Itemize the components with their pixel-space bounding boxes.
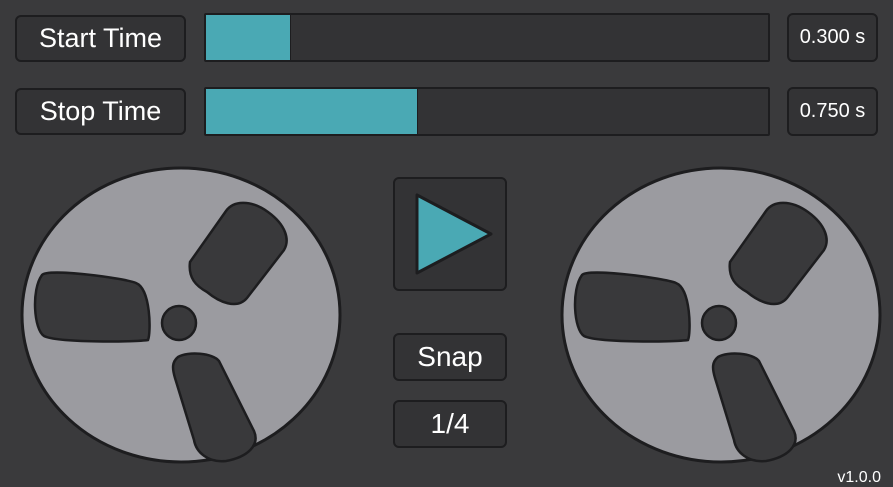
stop-time-slider-fill (206, 89, 418, 134)
start-time-button[interactable]: Start Time (15, 15, 186, 62)
start-time-slider[interactable] (204, 13, 770, 62)
start-time-value: 0.300 s (787, 13, 878, 62)
snap-button[interactable]: Snap (393, 333, 507, 381)
play-button[interactable] (393, 177, 507, 291)
stop-time-value: 0.750 s (787, 87, 878, 136)
start-time-slider-fill (206, 15, 292, 60)
start-time-label: Start Time (38, 23, 163, 53)
left-reel-icon (20, 166, 342, 464)
version-label: v1.0.0 (837, 469, 881, 486)
snap-label: Snap (417, 341, 483, 372)
play-icon (415, 193, 493, 275)
stop-time-slider[interactable] (204, 87, 770, 136)
snap-value-text: 1/4 (430, 408, 470, 439)
stop-time-button[interactable]: Stop Time (15, 88, 186, 135)
start-time-value-text: 0.300 s (799, 26, 866, 48)
stop-time-label: Stop Time (39, 96, 162, 126)
snap-value-selector[interactable]: 1/4 (393, 400, 507, 448)
stop-time-value-text: 0.750 s (799, 100, 866, 122)
right-reel-icon (560, 166, 882, 464)
